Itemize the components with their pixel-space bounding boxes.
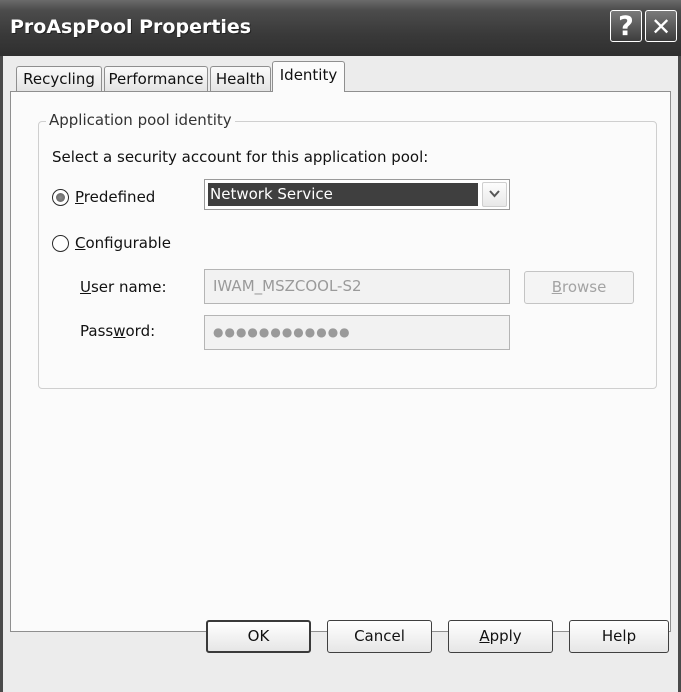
- tab-performance[interactable]: Performance: [104, 66, 208, 91]
- predefined-account-value: Network Service: [208, 183, 478, 206]
- password-label-rest: ord:: [125, 322, 156, 340]
- close-button[interactable]: ✕: [645, 10, 677, 42]
- window-title: ProAspPool Properties: [10, 16, 252, 38]
- tab-performance-label: Performance: [108, 70, 204, 88]
- tab-health-label: Health: [215, 70, 266, 88]
- chevron-down-icon[interactable]: [482, 182, 507, 207]
- predefined-accesskey: P: [75, 188, 84, 206]
- password-field[interactable]: ●●●●●●●●●●●●: [204, 315, 510, 350]
- browse-accesskey: B: [551, 278, 562, 296]
- tab-recycling[interactable]: Recycling: [16, 66, 102, 91]
- configurable-label-rest: onfigurable: [85, 234, 171, 252]
- username-label-rest: ser name:: [90, 278, 167, 296]
- username-label: User name:: [80, 278, 167, 296]
- ok-button[interactable]: OK: [206, 620, 311, 653]
- apply-label-rest: pply: [489, 627, 522, 645]
- instruction-text: Select a security account for this appli…: [52, 148, 429, 166]
- configurable-radio[interactable]: [52, 235, 69, 252]
- predefined-label[interactable]: Predefined: [75, 188, 155, 206]
- configurable-label[interactable]: Configurable: [75, 234, 171, 252]
- cancel-button[interactable]: Cancel: [327, 620, 432, 653]
- browse-label-rest: rowse: [561, 278, 607, 296]
- apply-button[interactable]: Apply: [448, 620, 553, 653]
- tab-health[interactable]: Health: [210, 66, 271, 91]
- help-button[interactable]: Help: [569, 620, 669, 653]
- predefined-label-rest: redefined: [83, 188, 156, 206]
- help-title-button[interactable]: ?: [610, 10, 642, 42]
- browse-button[interactable]: Browse: [524, 271, 634, 304]
- password-label-pre: Pass: [80, 322, 114, 340]
- help-icon: ?: [618, 11, 634, 42]
- username-field[interactable]: IWAM_MSZCOOL-S2: [204, 269, 510, 304]
- predefined-radio[interactable]: [52, 189, 69, 206]
- password-label: Password:: [80, 322, 155, 340]
- radio-selected-dot: [56, 193, 65, 202]
- password-accesskey: w: [113, 322, 126, 340]
- close-icon: ✕: [650, 13, 672, 41]
- tab-identity[interactable]: Identity: [272, 61, 345, 92]
- apply-accesskey: A: [479, 627, 490, 645]
- predefined-account-select[interactable]: Network Service: [204, 179, 510, 210]
- title-bar: ProAspPool Properties ? ✕: [0, 0, 681, 56]
- window-frame-left: [0, 56, 3, 692]
- tab-recycling-label: Recycling: [23, 70, 95, 88]
- tab-identity-label: Identity: [279, 66, 338, 84]
- username-accesskey: U: [80, 278, 91, 296]
- group-label: Application pool identity: [46, 111, 235, 129]
- configurable-accesskey: C: [75, 234, 86, 252]
